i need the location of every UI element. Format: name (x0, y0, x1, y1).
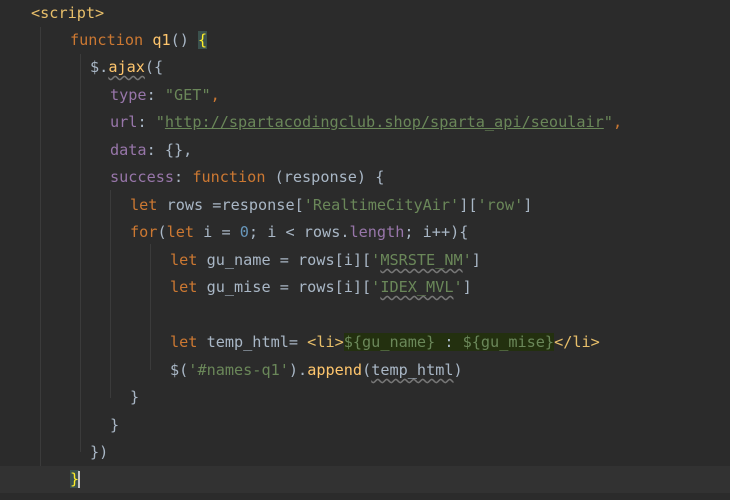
tag-name: script (40, 4, 96, 22)
punctuation: ({ (144, 58, 164, 76)
string-quote: ' (462, 251, 472, 269)
template-text: : (435, 333, 463, 351)
template-interpolation: ${gu_name} (343, 333, 436, 351)
method-name: ajax (108, 58, 145, 76)
code-line-8[interactable]: let rows =response['RealtimeCityAir']['r… (0, 192, 730, 219)
punctuation: } (130, 388, 140, 406)
punctuation: ( (157, 223, 167, 241)
code-line-16[interactable]: } (0, 412, 730, 439)
punctuation: ( (362, 361, 372, 379)
jquery-symbol: $ (90, 58, 100, 76)
keyword: let (130, 196, 158, 214)
code-text: gu_mise = rows[i][ (197, 278, 372, 296)
url-link[interactable]: http://spartacodingclub.shop/sparta_api/… (165, 113, 604, 131)
code-line-10[interactable]: let gu_name = rows[i]['MSRSTE_NM'] (0, 247, 730, 274)
code-line-15[interactable]: } (0, 384, 730, 411)
punctuation: ] (523, 196, 533, 214)
punctuation: ). (288, 361, 308, 379)
keyword: function (70, 31, 144, 49)
object-key: type (110, 86, 147, 104)
string-literal: 'row' (477, 196, 524, 214)
string-quote: ' (453, 278, 463, 296)
code-line-9[interactable]: for(let i = 0; i < rows.length; i++){ (0, 219, 730, 246)
identifier: temp_html (371, 361, 454, 379)
string-literal: MSRSTE_NM (380, 251, 463, 269)
code-line-13[interactable]: let temp_html= <li>${gu_name} : ${gu_mis… (0, 329, 730, 356)
punctuation: ] (462, 278, 472, 296)
keyword: let (166, 223, 195, 241)
string-quote: " (155, 113, 165, 131)
matched-brace: { (198, 31, 208, 49)
code-line-1[interactable]: <script> (0, 0, 730, 27)
punctuation: ] (471, 251, 481, 269)
keyword: let (170, 333, 198, 351)
code-line-14[interactable]: $('#names-q1').append(temp_html) (0, 357, 730, 384)
text-cursor (78, 471, 81, 488)
code-text: ; i++){ (404, 223, 469, 241)
code-line-6[interactable]: data: {}, (0, 137, 730, 164)
method-name: append (307, 361, 363, 379)
code-line-2[interactable]: function q1() { (0, 27, 730, 54)
object-key: success (110, 168, 175, 186)
keyword: function (192, 168, 266, 186)
punctuation: } (110, 416, 120, 434)
code-text: gu_name = rows[i][ (197, 251, 372, 269)
punctuation: : (137, 113, 156, 131)
object-key: url (110, 113, 138, 131)
code-text: $( (170, 361, 189, 379)
punctuation: () (170, 31, 199, 49)
code-text: (response) { (265, 168, 385, 186)
tag-bracket: > (95, 4, 105, 22)
code-text: ; i < rows. (248, 223, 350, 241)
template-interpolation: ${gu_mise} (462, 333, 555, 351)
string-literal: IDEX_MVL (380, 278, 454, 296)
punctuation: . (99, 58, 109, 76)
code-text: rows =response[ (157, 196, 304, 214)
code-line-11[interactable]: let gu_mise = rows[i]['IDEX_MVL'] (0, 274, 730, 301)
code-text: i = (194, 223, 240, 241)
punctuation: }) (90, 443, 109, 461)
punctuation: ) (453, 361, 463, 379)
number-literal: 0 (239, 223, 249, 241)
code-line-4[interactable]: type: "GET", (0, 82, 730, 109)
tag-bracket: < (31, 4, 41, 22)
code-line-17[interactable]: }) (0, 439, 730, 466)
code-text: : {}, (146, 141, 193, 159)
keyword: for (130, 223, 158, 241)
string-quote: ' (371, 251, 381, 269)
code-line-18[interactable]: } (0, 466, 730, 493)
code-line-7[interactable]: success: function (response) { (0, 164, 730, 191)
string-quote: " (603, 113, 613, 131)
punctuation: : (174, 168, 193, 186)
object-key: data (110, 141, 147, 159)
code-line-5[interactable]: url: "http://spartacodingclub.shop/spart… (0, 109, 730, 136)
code-line-3[interactable]: $.ajax({ (0, 54, 730, 81)
function-name: q1 (152, 31, 171, 49)
html-tag: <li> (307, 333, 344, 351)
property-name: length (349, 223, 405, 241)
string-quote: ' (371, 278, 381, 296)
code-line-12[interactable] (0, 302, 730, 329)
string-literal: 'RealtimeCityAir' (303, 196, 460, 214)
punctuation: ][ (459, 196, 478, 214)
punctuation: , (612, 113, 623, 131)
code-editor[interactable]: <script> function q1() { $.ajax({ type: … (0, 0, 730, 500)
keyword: let (170, 251, 198, 269)
string-literal: "GET" (164, 86, 211, 104)
keyword: let (170, 278, 198, 296)
punctuation: : (146, 86, 165, 104)
code-text: temp_html= (197, 333, 308, 351)
html-tag: </li> (554, 333, 600, 351)
punctuation: , (210, 86, 220, 104)
string-literal: '#names-q1' (188, 361, 289, 379)
